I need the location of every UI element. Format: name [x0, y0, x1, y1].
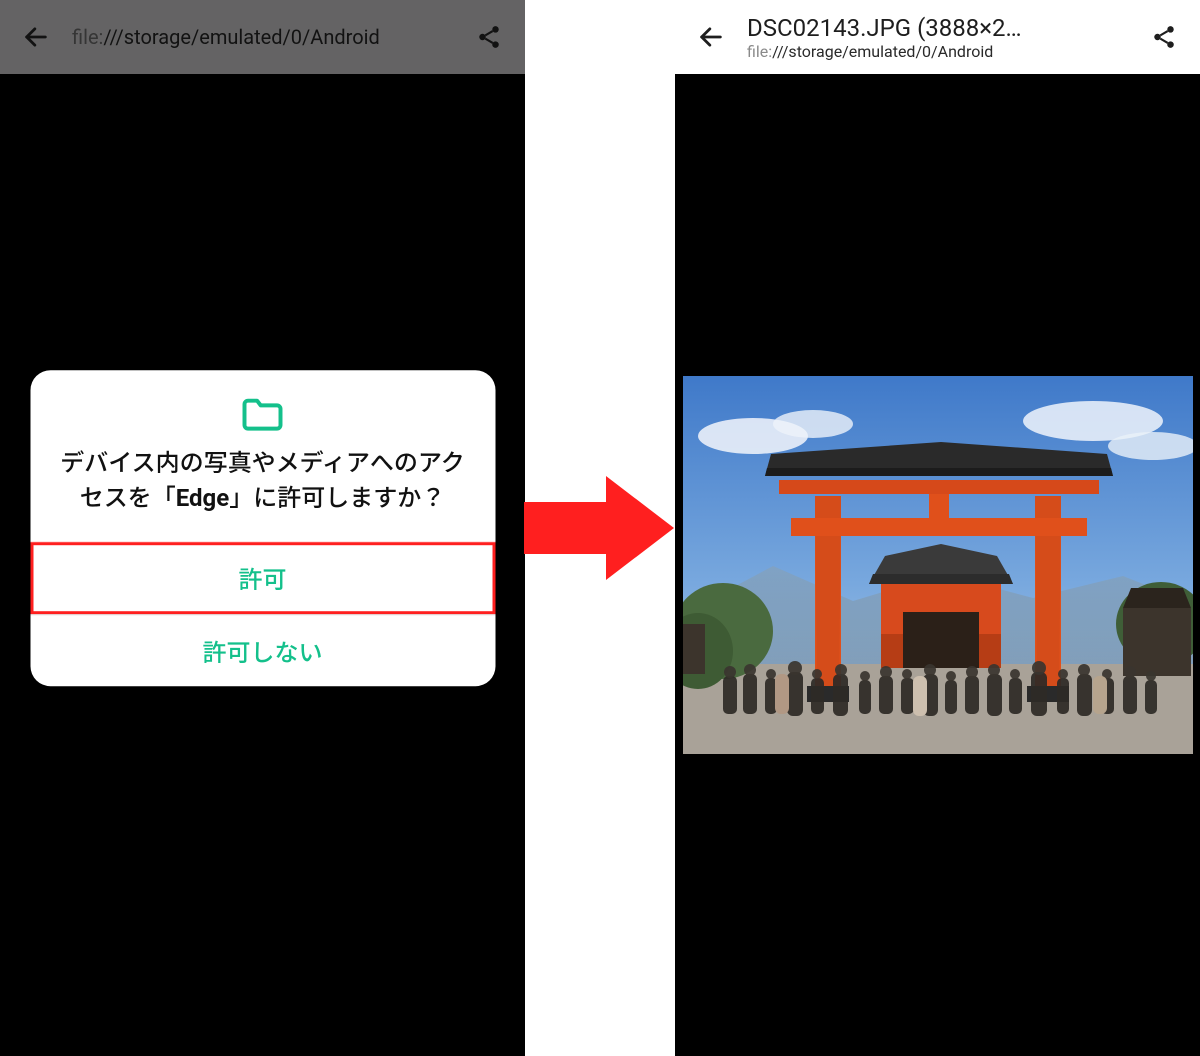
permission-dialog: デバイス内の写真やメディアへのアクセスを「Edge」に許可しますか？ 許可 許可… [30, 370, 495, 686]
arrow-back-icon [697, 23, 725, 51]
file-title: DSC02143.JPG (3888×2… [747, 14, 1128, 42]
permission-message: デバイス内の写真やメディアへのアクセスを「Edge」に許可しますか？ [30, 440, 495, 542]
step-arrow-icon [524, 472, 676, 584]
folder-icon [30, 370, 495, 440]
deny-button[interactable]: 許可しない [30, 614, 495, 686]
share-icon [1151, 24, 1177, 50]
phone-screenshot-right: DSC02143.JPG (3888×2… file:///storage/em… [675, 0, 1200, 1056]
title-area: DSC02143.JPG (3888×2… file:///storage/em… [747, 14, 1128, 61]
photo-image [683, 376, 1193, 754]
photo-viewer[interactable] [675, 74, 1200, 1056]
phone-screenshot-left: file:///storage/emulated/0/Android デバイス内… [0, 0, 525, 1056]
back-button[interactable] [687, 13, 735, 61]
share-button[interactable] [1140, 13, 1188, 61]
allow-button[interactable]: 許可 [30, 542, 495, 614]
app-bar: DSC02143.JPG (3888×2… file:///storage/em… [675, 0, 1200, 74]
file-path: file:///storage/emulated/0/Android [747, 42, 1128, 61]
